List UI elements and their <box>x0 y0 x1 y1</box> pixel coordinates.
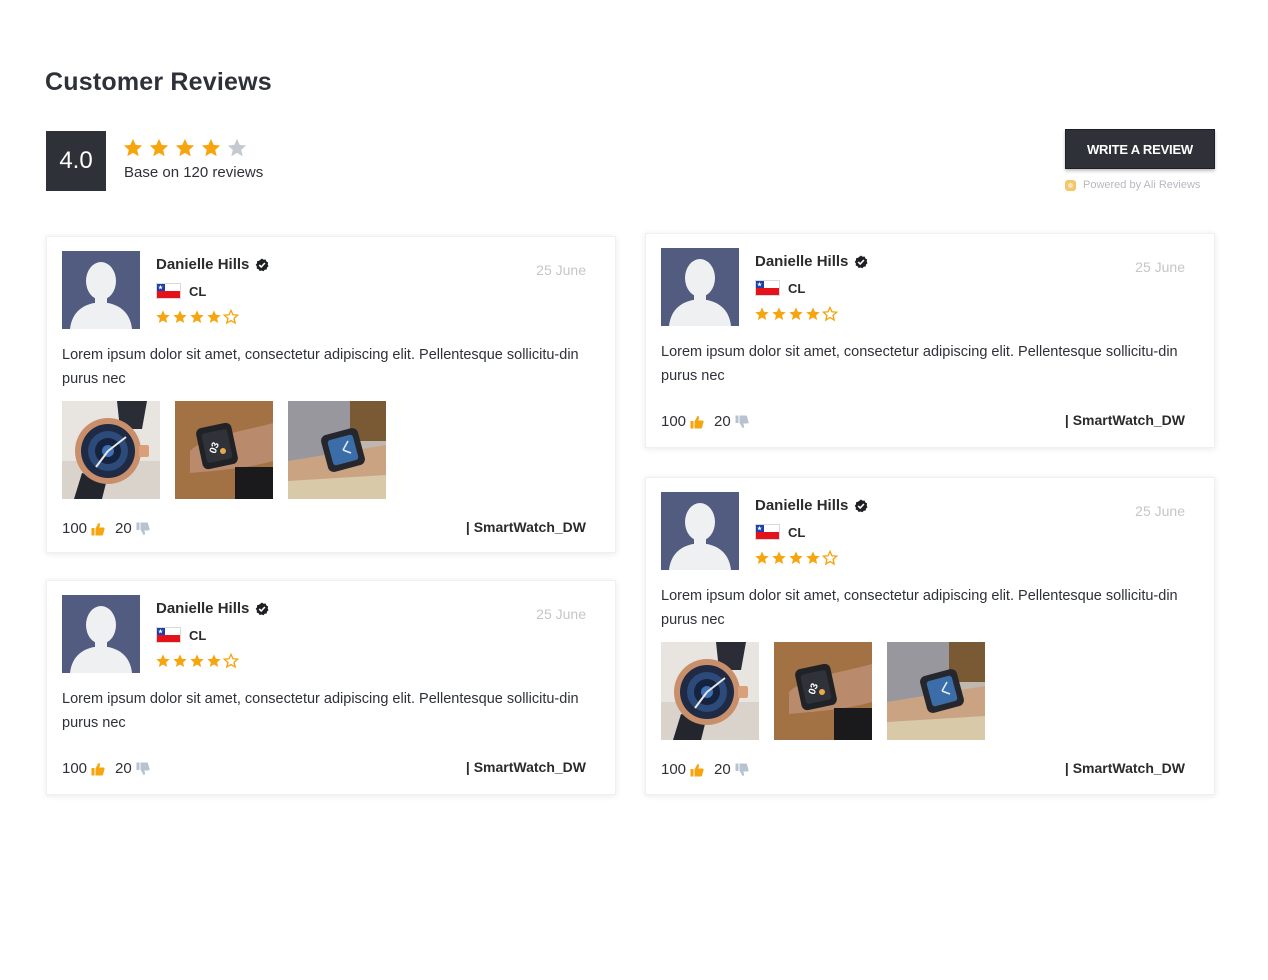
review-date: 25 June <box>536 606 586 622</box>
avatar <box>661 248 739 326</box>
review-card: Danielle Hills CL 25 June Lorem ipsum do… <box>46 236 616 553</box>
verified-badge-icon <box>256 602 269 615</box>
dislike-count: 20 <box>115 760 132 777</box>
like-count: 100 <box>62 760 88 777</box>
dislike-count: 20 <box>115 520 132 537</box>
avatar <box>62 595 140 673</box>
review-photos: 03 <box>62 401 386 499</box>
review-card: Danielle Hills CL 25 June Lorem ipsum do… <box>46 580 616 795</box>
star-filled-icon <box>772 551 786 564</box>
product-link[interactable]: | SmartWatch_DW <box>466 759 586 775</box>
review-date: 25 June <box>1135 503 1185 519</box>
thumbs-down-icon[interactable] <box>136 522 150 536</box>
star-filled-icon <box>156 654 170 667</box>
watch-photo-3[interactable] <box>288 401 386 499</box>
star-filled-icon <box>173 310 187 323</box>
review-body: Lorem ipsum dolor sit amet, consectetur … <box>661 588 1178 628</box>
watch-photo-2[interactable]: 03 <box>175 401 273 499</box>
review-count-text: Base on 120 reviews <box>124 164 264 181</box>
star-filled-icon <box>123 138 143 157</box>
star-filled-icon <box>772 307 786 320</box>
chile-flag-icon <box>156 627 181 643</box>
reviewer-country: CL <box>788 524 806 540</box>
review-star-rating <box>754 550 838 566</box>
product-link[interactable]: | SmartWatch_DW <box>1065 412 1185 428</box>
reviewer-country: CL <box>189 283 207 299</box>
thumbs-up-icon[interactable] <box>91 522 105 536</box>
star-filled-icon <box>175 138 195 157</box>
rating-score-box: 4.0 <box>46 131 106 191</box>
star-filled-icon <box>755 307 769 320</box>
review-card: Danielle Hills CL 25 June Lorem ipsum do… <box>645 233 1215 448</box>
star-filled-icon <box>806 307 820 320</box>
reviewer-country: CL <box>788 280 806 296</box>
reviewer-name: Danielle Hills <box>755 253 849 270</box>
dislike-count: 20 <box>714 761 731 778</box>
reviewer-name: Danielle Hills <box>156 600 250 617</box>
star-filled-icon <box>149 138 169 157</box>
watch-photo-1[interactable] <box>661 642 759 740</box>
powered-by-text: Powered by Ali Reviews <box>1083 179 1201 191</box>
page-title: Customer Reviews <box>45 68 272 96</box>
thumbs-up-icon[interactable] <box>91 762 105 776</box>
watch-photo-1[interactable] <box>62 401 160 499</box>
thumbs-down-icon[interactable] <box>735 763 749 777</box>
rating-score: 4.0 <box>59 147 93 174</box>
star-empty-icon <box>223 309 239 325</box>
star-filled-icon <box>201 138 221 157</box>
star-filled-icon <box>173 654 187 667</box>
thumbs-up-icon[interactable] <box>690 415 704 429</box>
star-filled-icon <box>207 654 221 667</box>
star-filled-icon <box>156 310 170 323</box>
watch-photo-2[interactable]: 03 <box>774 642 872 740</box>
star-empty-icon <box>223 653 239 669</box>
thumbs-down-icon[interactable] <box>136 762 150 776</box>
star-filled-icon <box>806 551 820 564</box>
chile-flag-icon <box>156 283 181 299</box>
chile-flag-icon <box>755 280 780 296</box>
like-count: 100 <box>661 413 687 430</box>
thumbs-up-icon[interactable] <box>690 763 704 777</box>
review-card: Danielle Hills CL 25 June Lorem ipsum do… <box>645 477 1215 795</box>
reviewer-name: Danielle Hills <box>156 256 250 273</box>
thumbs-down-icon[interactable] <box>735 415 749 429</box>
product-link[interactable]: | SmartWatch_DW <box>1065 760 1185 776</box>
star-filled-icon <box>207 310 221 323</box>
powered-by-link[interactable]: Powered by Ali Reviews <box>1065 179 1200 191</box>
dislike-count: 20 <box>714 413 731 430</box>
review-date: 25 June <box>536 262 586 278</box>
review-body: Lorem ipsum dolor sit amet, consectetur … <box>62 347 579 387</box>
review-body: Lorem ipsum dolor sit amet, consectetur … <box>62 691 579 731</box>
avatar <box>62 251 140 329</box>
review-star-rating <box>754 306 838 322</box>
verified-badge-icon <box>855 499 868 512</box>
product-link[interactable]: | SmartWatch_DW <box>466 519 586 535</box>
review-star-rating <box>155 309 239 325</box>
star-filled-icon <box>789 551 803 564</box>
like-count: 100 <box>661 761 687 778</box>
verified-badge-icon <box>855 255 868 268</box>
star-filled-icon <box>789 307 803 320</box>
review-photos: 03 <box>661 642 985 740</box>
star-empty-icon <box>822 550 838 566</box>
review-star-rating <box>155 653 239 669</box>
star-filled-icon <box>190 654 204 667</box>
star-empty-icon <box>227 138 247 157</box>
watch-photo-3[interactable] <box>887 642 985 740</box>
review-body: Lorem ipsum dolor sit amet, consectetur … <box>661 344 1178 384</box>
reviewer-name: Danielle Hills <box>755 497 849 514</box>
like-count: 100 <box>62 520 88 537</box>
avatar <box>661 492 739 570</box>
verified-badge-icon <box>256 258 269 271</box>
summary-star-rating <box>122 137 248 159</box>
write-review-button[interactable]: WRITE A REVIEW <box>1065 129 1215 169</box>
reviewer-country: CL <box>189 627 207 643</box>
star-filled-icon <box>190 310 204 323</box>
star-empty-icon <box>822 306 838 322</box>
chile-flag-icon <box>755 524 780 540</box>
star-filled-icon <box>755 551 769 564</box>
ali-reviews-logo-icon <box>1065 179 1076 191</box>
review-date: 25 June <box>1135 259 1185 275</box>
